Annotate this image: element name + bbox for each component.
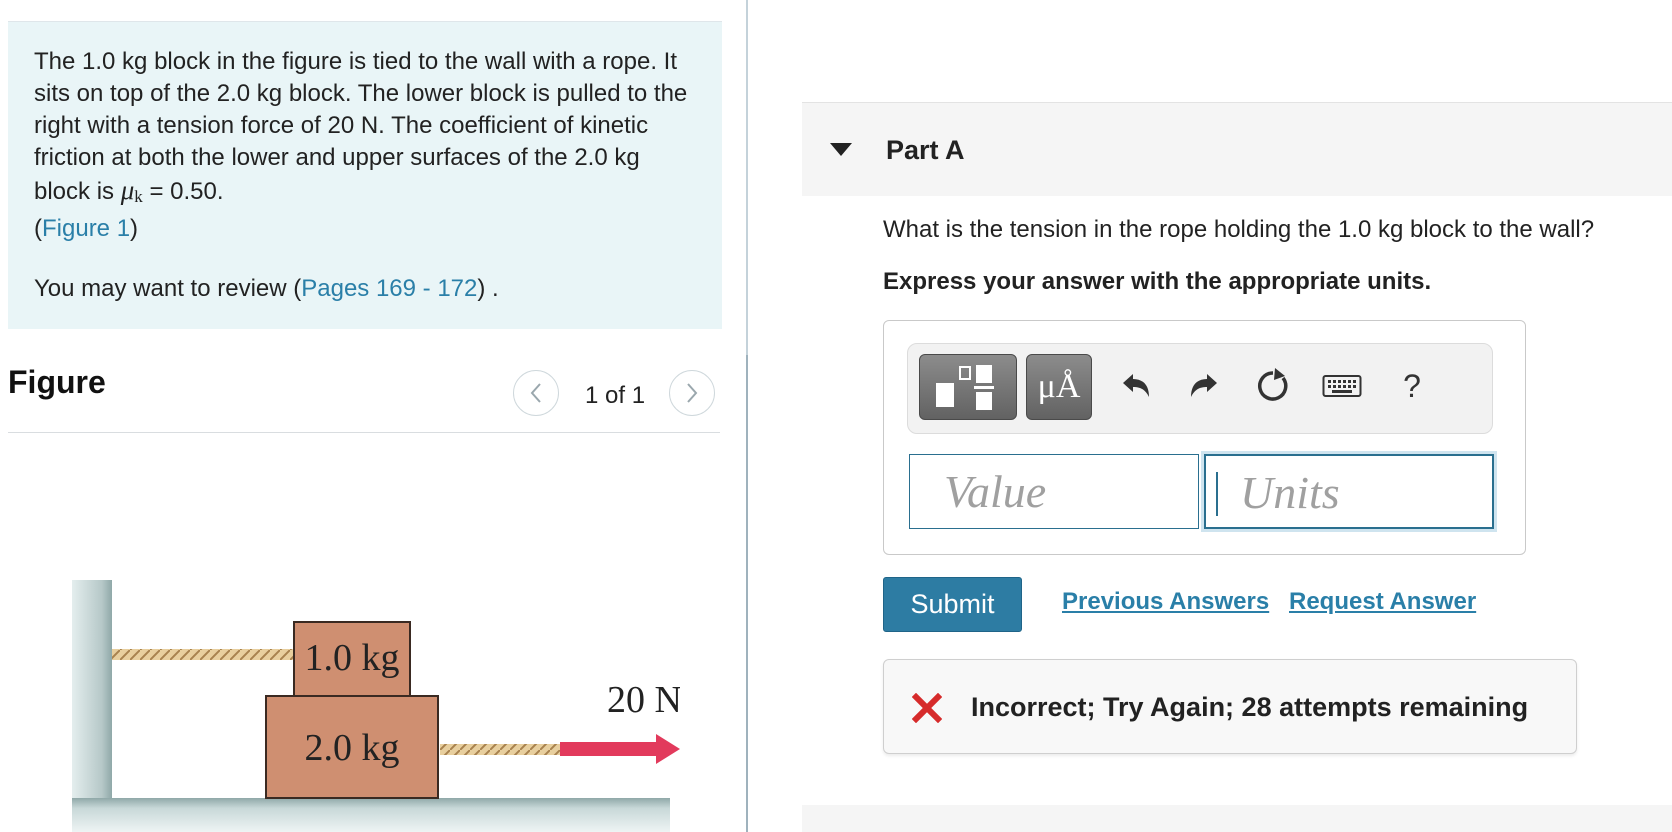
chevron-right-icon bbox=[687, 383, 698, 403]
value-input[interactable]: Value bbox=[909, 454, 1199, 529]
reset-icon[interactable] bbox=[1253, 366, 1293, 406]
part-header[interactable]: Part A bbox=[802, 102, 1672, 196]
math-toolbar: μÅ ? bbox=[907, 343, 1493, 434]
question-text: What is the tension in the rope holding … bbox=[883, 216, 1595, 243]
text-cursor bbox=[1216, 472, 1218, 516]
previous-answers-link[interactable]: Previous Answers bbox=[1062, 588, 1269, 616]
instruction-text: Express your answer with the appropriate… bbox=[883, 268, 1432, 295]
problem-text-block: The 1.0 kg block in the figure is tied t… bbox=[34, 48, 688, 242]
physics-figure: 1.0 kg 2.0 kg 20 N bbox=[72, 580, 680, 832]
undo-icon[interactable] bbox=[1116, 366, 1156, 406]
redo-icon[interactable] bbox=[1184, 366, 1224, 406]
keyboard-icon[interactable] bbox=[1322, 366, 1362, 406]
feedback-message: Incorrect; Try Again; 28 attempts remain… bbox=[971, 692, 1529, 722]
units-placeholder: Units bbox=[1240, 467, 1340, 518]
mu-k-symbol: μk bbox=[120, 175, 143, 206]
floor bbox=[72, 798, 670, 832]
pages-link[interactable]: Pages 169 - 172 bbox=[301, 275, 477, 302]
submit-button[interactable]: Submit bbox=[883, 577, 1022, 632]
mu-value: = 0.50. bbox=[149, 178, 224, 205]
incorrect-x-icon bbox=[912, 693, 942, 723]
templates-icon bbox=[936, 365, 994, 410]
help-button[interactable]: ? bbox=[1392, 366, 1432, 406]
review-text: You may want to review (Pages 169 - 172)… bbox=[34, 275, 499, 302]
pull-rope bbox=[440, 744, 580, 755]
units-button[interactable]: μÅ bbox=[1026, 354, 1092, 420]
figure-divider bbox=[8, 432, 720, 433]
figure-page-indicator: 1 of 1 bbox=[585, 382, 646, 409]
answer-box: μÅ ? Value Units bbox=[883, 320, 1526, 555]
request-answer-link[interactable]: Request Answer bbox=[1289, 588, 1476, 616]
force-arrow bbox=[560, 734, 680, 764]
templates-button[interactable] bbox=[919, 354, 1017, 420]
force-label: 20 N bbox=[607, 679, 680, 721]
next-part-band bbox=[802, 805, 1672, 832]
collapse-caret-icon[interactable] bbox=[830, 143, 852, 156]
wall bbox=[72, 580, 112, 832]
previous-figure-button[interactable] bbox=[513, 370, 559, 416]
left-panel: The 1.0 kg block in the figure is tied t… bbox=[0, 0, 750, 832]
column-separator-shade bbox=[746, 355, 748, 832]
wall-rope bbox=[112, 649, 294, 660]
chevron-left-icon bbox=[530, 383, 541, 403]
problem-statement: The 1.0 kg block in the figure is tied t… bbox=[8, 22, 722, 329]
part-title: Part A bbox=[886, 135, 965, 165]
next-figure-button[interactable] bbox=[669, 370, 715, 416]
figure-link[interactable]: Figure 1 bbox=[42, 215, 130, 242]
figure-title: Figure bbox=[8, 364, 106, 400]
upper-block-label: 1.0 kg bbox=[305, 637, 400, 679]
units-input[interactable]: Units bbox=[1204, 454, 1494, 529]
lower-block-label: 2.0 kg bbox=[305, 727, 400, 769]
feedback-box: Incorrect; Try Again; 28 attempts remain… bbox=[883, 659, 1577, 754]
